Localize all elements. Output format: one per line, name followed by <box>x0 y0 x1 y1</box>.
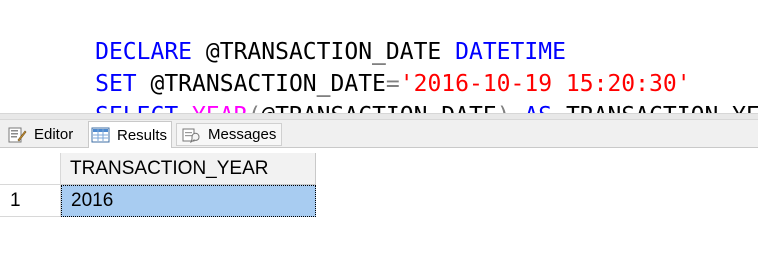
results-pane: TRANSACTION_YEAR 1 2016 <box>0 148 758 279</box>
sql-keyword: SET <box>95 71 137 97</box>
tab-results-label: Results <box>117 126 168 144</box>
editor-icon <box>8 127 27 142</box>
results-grid[interactable]: TRANSACTION_YEAR 1 2016 <box>0 153 318 217</box>
tab-messages-label: Messages <box>208 126 277 143</box>
code-line-1[interactable]: DECLARE @TRANSACTION_DATE DATETIME <box>12 4 758 65</box>
sql-string-literal: '2016-10-19 15:20:30' <box>399 71 691 97</box>
selected-data-cell[interactable]: 2016 <box>61 185 316 217</box>
messages-icon <box>182 128 200 143</box>
sql-variable-text: @TRANSACTION_DATE <box>136 71 386 97</box>
sql-query-window: DECLARE @TRANSACTION_DATE DATETIME SET @… <box>0 0 758 279</box>
results-grid-icon <box>91 127 110 143</box>
tab-editor[interactable]: Editor <box>8 123 78 146</box>
tab-results[interactable]: Results <box>88 121 172 148</box>
sql-editor[interactable]: DECLARE @TRANSACTION_DATE DATETIME SET @… <box>0 0 758 129</box>
tab-editor-label: Editor <box>34 126 74 143</box>
grid-header-row: TRANSACTION_YEAR <box>0 153 318 185</box>
sql-keyword: DECLARE <box>95 39 193 65</box>
column-header-transaction-year[interactable]: TRANSACTION_YEAR <box>61 153 316 185</box>
sql-keyword: DATETIME <box>455 39 566 65</box>
row-number[interactable]: 1 <box>0 185 61 217</box>
sql-variable-text: @TRANSACTION_DATE <box>192 39 456 65</box>
result-tabs: Editor Results Messages <box>0 119 758 148</box>
sql-operator: = <box>385 71 400 97</box>
table-row[interactable]: 1 2016 <box>0 185 318 217</box>
select-all-corner[interactable] <box>0 153 61 185</box>
tab-messages[interactable]: Messages <box>176 123 282 146</box>
